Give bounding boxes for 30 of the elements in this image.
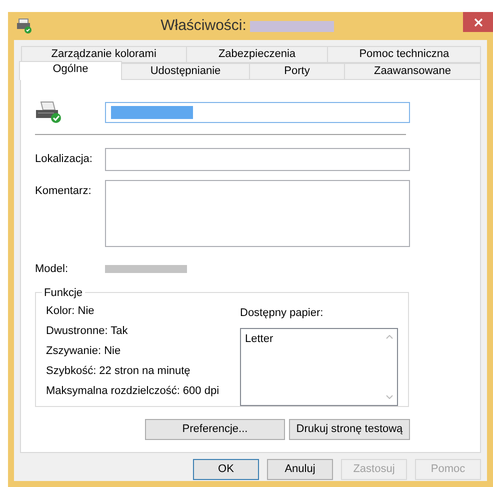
printer-name-field[interactable] — [105, 102, 410, 122]
printer-icon — [16, 18, 32, 34]
tab[interactable]: Zaawansowane — [344, 63, 481, 80]
feature-text: Zszywanie: Nie — [46, 344, 122, 358]
list-item[interactable]: Letter — [245, 331, 377, 348]
tab[interactable]: Zabezpieczenia — [186, 46, 328, 63]
close-button[interactable] — [463, 12, 493, 32]
tab[interactable]: Ogólne — [19, 61, 122, 80]
field-label: Lokalizacja: — [35, 152, 94, 168]
feature-text: Maksymalna rozdzielczość: 600 dpi — [46, 384, 220, 398]
paper-list[interactable]: Letter — [240, 328, 398, 406]
scroll-down-icon[interactable] — [386, 394, 392, 398]
feature-text: Dwustronne: Tak — [46, 324, 129, 338]
comment-field[interactable] — [105, 180, 410, 247]
printer-icon — [35, 100, 63, 124]
field-label: Model: — [35, 262, 70, 277]
feature-text: Szybkość: 22 stron na minutę — [46, 364, 192, 378]
dialog-button[interactable]: Drukuj stronę testową — [289, 418, 410, 440]
paper-label: Dostępny papier: — [240, 306, 324, 320]
scroll-up-icon[interactable] — [386, 335, 392, 339]
feature-text: Kolor: Nie — [46, 304, 96, 318]
field-label: Komentarz: — [35, 184, 92, 199]
close-icon — [474, 18, 482, 26]
window-title: Właściwości: — [160, 16, 246, 36]
dialog-button[interactable]: Anuluj — [267, 459, 333, 480]
tab[interactable]: Zarządzanie kolorami — [21, 46, 187, 63]
dialog-button[interactable]: OK — [193, 459, 259, 480]
dialog-button[interactable]: Preferencje... — [145, 418, 285, 440]
tab[interactable]: Pomoc techniczna — [327, 46, 481, 63]
location-field[interactable] — [105, 148, 410, 171]
